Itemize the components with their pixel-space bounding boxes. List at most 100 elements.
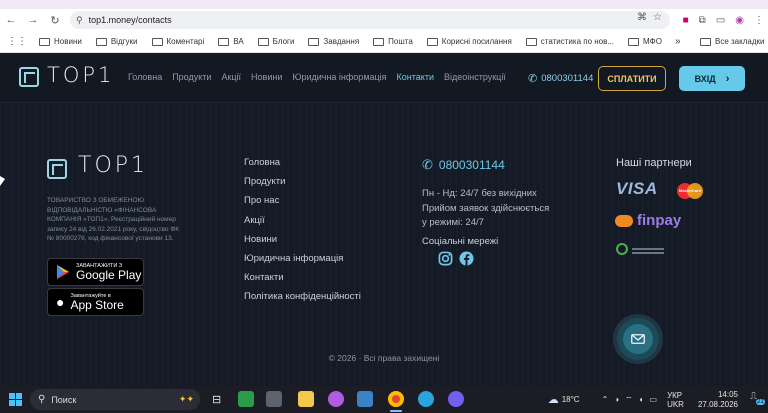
copilot-icon[interactable]: [328, 391, 344, 407]
logo-mark-icon: [19, 67, 39, 87]
bookmark-item[interactable]: Відгуки: [95, 37, 138, 46]
apps-icon[interactable]: ⋮⋮: [7, 36, 27, 47]
bookmark-item[interactable]: МФО: [628, 37, 662, 46]
google-play-icon: [57, 265, 69, 279]
header-phone[interactable]: ✆ 0800301144: [528, 72, 593, 85]
pay-button[interactable]: СПЛАТИТИ: [598, 66, 666, 91]
profile-icon[interactable]: ◉: [735, 15, 744, 26]
footer-link[interactable]: Юридична інформація: [244, 253, 361, 272]
notification-count: 21: [756, 398, 765, 405]
instagram-icon[interactable]: [438, 251, 453, 266]
nav-item[interactable]: Юридична інформація: [292, 72, 386, 82]
sidepanel-icon[interactable]: ▭: [716, 15, 725, 26]
nav-item[interactable]: Новини: [251, 72, 282, 82]
nav-item[interactable]: Відеоінструкції: [444, 72, 506, 82]
footer-link[interactable]: Контакти: [244, 272, 361, 291]
all-bookmarks[interactable]: Все закладки: [700, 37, 764, 46]
address-bar-row: ← → ↻ ⚲ top1.money/contacts ⌘ ☆ ■ ⧉ ▭ ◉ …: [0, 9, 768, 31]
folder-icon: [257, 37, 269, 46]
chrome-icon[interactable]: [388, 391, 404, 407]
language-indicator[interactable]: УКР UKR: [667, 391, 684, 409]
windows-start-icon[interactable]: [9, 393, 22, 406]
network-icon[interactable]: ⌔: [625, 395, 633, 405]
folder-icon: [218, 37, 230, 46]
tray-app-icon[interactable]: ◑: [614, 395, 619, 404]
folder-icon: [373, 37, 385, 46]
nav-item-active[interactable]: Контакти: [397, 72, 434, 82]
footer-link[interactable]: Політика конфіденційності: [244, 291, 361, 310]
bookmark-star-icon[interactable]: ☆: [653, 12, 662, 23]
bookmark-item[interactable]: Пошта: [373, 37, 413, 46]
app-store-button[interactable]: ● Завантажуйте в App Store: [47, 288, 144, 316]
telegram-icon[interactable]: [418, 391, 434, 407]
social-title: Соціальні мережі: [422, 236, 499, 247]
login-button[interactable]: ВХІД ›: [679, 66, 745, 91]
notes-icon[interactable]: [357, 391, 373, 407]
site-header: TOP1 Головна Продукти Акції Новини Юриди…: [0, 53, 768, 103]
folder-icon: [700, 37, 711, 46]
bookmark-item[interactable]: статистика по нов...: [525, 37, 614, 46]
url-text[interactable]: top1.money/contacts: [89, 15, 172, 25]
footer-links: Головна Продукти Про нас Акції Новини Юр…: [244, 157, 361, 311]
explorer-icon[interactable]: [298, 391, 314, 407]
chrome-active-indicator: [390, 410, 402, 412]
calculator-icon[interactable]: [266, 391, 282, 407]
facebook-icon[interactable]: [459, 251, 474, 266]
bookmark-item[interactable]: Завдання: [308, 37, 359, 46]
bookmarks-overflow[interactable]: »: [675, 36, 681, 47]
footer-link[interactable]: Про нас: [244, 195, 361, 214]
footer-link[interactable]: Новини: [244, 234, 361, 253]
nav-item[interactable]: Продукти: [172, 72, 211, 82]
footer-link[interactable]: Головна: [244, 157, 361, 176]
chat-button[interactable]: [617, 318, 659, 360]
store-icon[interactable]: [238, 391, 254, 407]
nav-item[interactable]: Головна: [128, 72, 162, 82]
battery-icon[interactable]: ▭: [650, 395, 658, 404]
reload-icon[interactable]: ↻: [44, 9, 66, 31]
omnibox[interactable]: ⚲ top1.money/contacts ⌘ ☆: [70, 11, 670, 29]
mail-icon: [631, 334, 645, 344]
footer-link[interactable]: Акції: [244, 215, 361, 234]
bookmark-item[interactable]: ВА: [218, 37, 244, 46]
extension-icon[interactable]: ■: [683, 15, 689, 26]
menu-icon[interactable]: ⋮: [754, 15, 764, 26]
footer-phone[interactable]: ✆ 0800301144: [422, 157, 505, 173]
bookmark-item[interactable]: Новини: [39, 37, 82, 46]
translate-icon[interactable]: ⌘: [637, 12, 647, 23]
viber-icon[interactable]: [448, 391, 464, 407]
chevron-right-icon: ›: [725, 72, 730, 85]
clock[interactable]: 14:05 27.08.2026: [698, 390, 738, 410]
taskbar-search[interactable]: ⚲ Поиск ✦✦: [30, 389, 200, 410]
nav-item[interactable]: Акції: [221, 72, 241, 82]
notification-bell[interactable]: ⎍ 21: [750, 391, 765, 409]
finpay-mark-icon: [615, 214, 633, 227]
partners-title: Наші партнери: [616, 157, 692, 169]
company-info: ТОВАРИСТВО З ОБМЕЖЕНОЮ ВІДПОВІДАЛЬНІСТЮ …: [47, 197, 180, 243]
google-play-button[interactable]: ЗАВАНТАЖИТИ З Google Play: [47, 258, 144, 286]
visa-logo: VISA: [616, 179, 658, 198]
weather-icon[interactable]: ☁: [548, 393, 559, 406]
system-tray: ☁ 18°C ⌃ ◑ ⌔ ◖ ▭ УКР UKR 14:05 27.08.202…: [548, 386, 768, 413]
bookmark-item[interactable]: Корисні посилання: [426, 37, 512, 46]
credit-bureau-logo: [616, 243, 664, 255]
extensions-puzzle-icon[interactable]: ⧉: [699, 15, 706, 26]
copyright: © 2026 · Всі права захищені: [328, 353, 440, 363]
bookmark-item[interactable]: Коментарі: [151, 37, 204, 46]
search-highlight-icon: ✦✦: [178, 394, 194, 404]
working-hours: Пн - Нд: 24/7 без вихідних Прийом заявок…: [422, 188, 550, 228]
tab-strip: [0, 0, 768, 9]
website: TOP1 Головна Продукти Акції Новини Юриди…: [0, 53, 768, 386]
tray-overflow-icon[interactable]: ⌃: [602, 395, 609, 404]
bookmark-item[interactable]: Блоги: [257, 37, 294, 46]
volume-icon[interactable]: ◖: [639, 395, 644, 404]
task-view-icon[interactable]: ⊟: [212, 393, 221, 406]
folder-icon: [95, 37, 107, 46]
site-info-icon[interactable]: ⚲: [76, 15, 83, 26]
weather-temp[interactable]: 18°C: [562, 395, 580, 404]
back-icon[interactable]: ←: [0, 9, 22, 31]
forward-icon[interactable]: →: [22, 9, 44, 31]
logo-mark-icon: [47, 159, 67, 179]
folder-icon: [525, 37, 537, 46]
finpay-logo: finpay: [615, 212, 681, 229]
footer-link[interactable]: Продукти: [244, 176, 361, 195]
